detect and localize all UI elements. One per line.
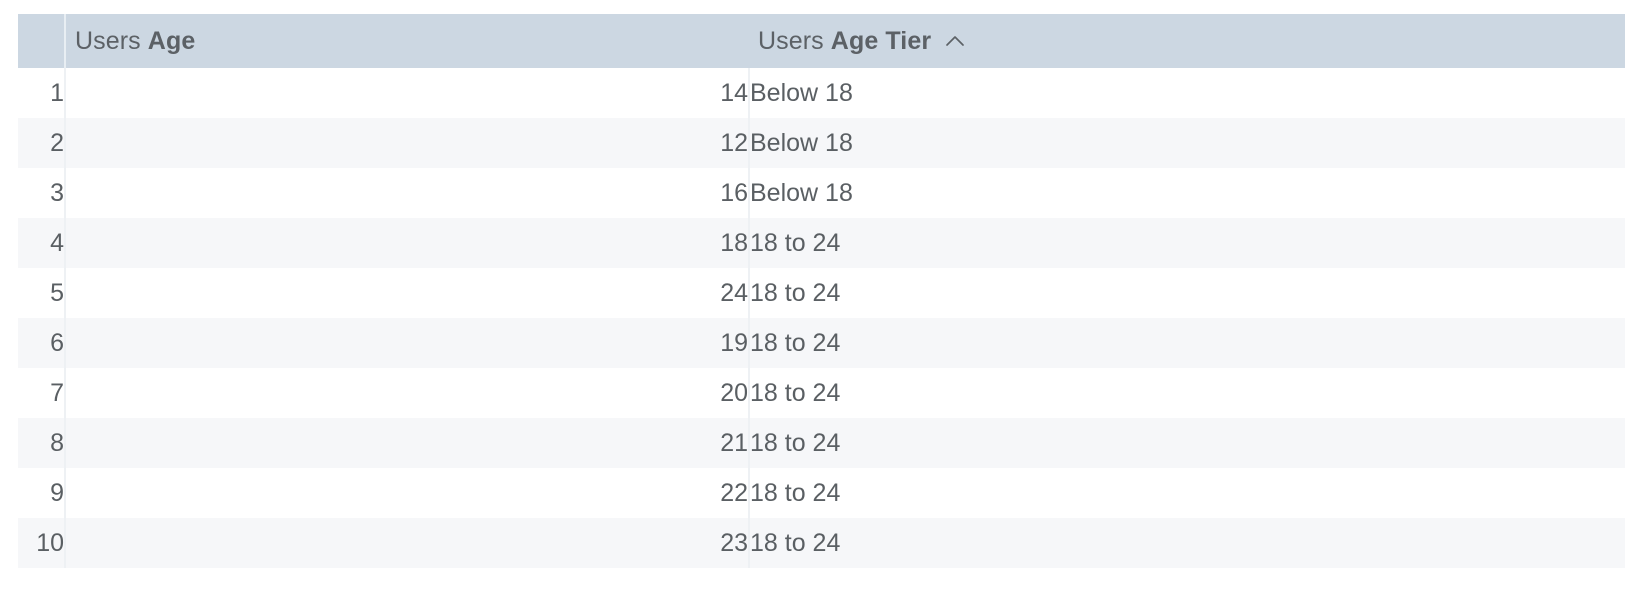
cell-users-age: 24 [65, 268, 750, 318]
row-number: 1 [18, 68, 66, 118]
cell-users-age-tier: Below 18 [750, 78, 853, 107]
cell-users-age: 14 [65, 68, 750, 118]
row-number: 8 [18, 418, 66, 468]
column-header-users-age-prefix: Users [75, 26, 141, 55]
cell-users-age: 22 [65, 468, 750, 518]
cell-users-age-tier: Below 18 [750, 128, 853, 157]
data-table: Users Age Users Age Tier 1 14 Below 18 2… [18, 14, 1625, 568]
cell-users-age: 19 [65, 318, 750, 368]
table-header: Users Age Users Age Tier [18, 14, 1625, 68]
table-row[interactable]: 3 16 Below 18 [18, 168, 1625, 218]
cell-users-age: 23 [65, 518, 750, 568]
cell-users-age-tier: 18 to 24 [750, 528, 841, 557]
row-number: 2 [18, 118, 66, 168]
header-row-number-gutter [18, 14, 66, 68]
row-number: 4 [18, 218, 66, 268]
cell-users-age: 21 [65, 418, 750, 468]
cell-users-age: 18 [65, 218, 750, 268]
column-header-users-age[interactable]: Users Age [65, 14, 749, 68]
row-number: 6 [18, 318, 66, 368]
table-row[interactable]: 5 24 18 to 24 [18, 268, 1625, 318]
cell-users-age: 16 [65, 168, 750, 218]
column-header-users-age-tier-prefix: Users [758, 26, 824, 55]
cell-users-age-tier: 18 to 24 [750, 428, 841, 457]
row-number: 7 [18, 368, 66, 418]
row-number: 9 [18, 468, 66, 518]
table-row[interactable]: 1 14 Below 18 [18, 68, 1625, 118]
results-table: Users Age Users Age Tier 1 14 Below 18 2… [18, 14, 1625, 568]
cell-users-age-tier: 18 to 24 [750, 378, 841, 407]
cell-users-age-tier: 18 to 24 [750, 228, 841, 257]
table-row[interactable]: 10 23 18 to 24 [18, 518, 1625, 568]
column-header-users-age-field: Age [147, 26, 196, 55]
table-row[interactable]: 8 21 18 to 24 [18, 418, 1625, 468]
cell-users-age-tier: Below 18 [750, 178, 853, 207]
chevron-up-icon[interactable] [943, 29, 967, 53]
cell-users-age-tier: 18 to 24 [750, 478, 841, 507]
table-row[interactable]: 2 12 Below 18 [18, 118, 1625, 168]
cell-users-age-tier: 18 to 24 [750, 328, 841, 357]
table-row[interactable]: 7 20 18 to 24 [18, 368, 1625, 418]
table-body: 1 14 Below 18 2 12 Below 18 3 16 Below 18 4 18 18 t… [18, 68, 1625, 568]
row-number: 10 [18, 518, 66, 568]
column-header-users-age-tier-field: Age Tier [830, 26, 932, 55]
table-row[interactable]: 4 18 18 to 24 [18, 218, 1625, 268]
column-header-users-age-tier[interactable]: Users Age Tier [749, 14, 1625, 68]
row-number: 5 [18, 268, 66, 318]
cell-users-age-tier: 18 to 24 [750, 278, 841, 307]
table-row[interactable]: 9 22 18 to 24 [18, 468, 1625, 518]
cell-users-age: 12 [65, 118, 750, 168]
table-row[interactable]: 6 19 18 to 24 [18, 318, 1625, 368]
row-number: 3 [18, 168, 66, 218]
table-header-row: Users Age Users Age Tier [18, 14, 1625, 68]
cell-users-age: 20 [65, 368, 750, 418]
